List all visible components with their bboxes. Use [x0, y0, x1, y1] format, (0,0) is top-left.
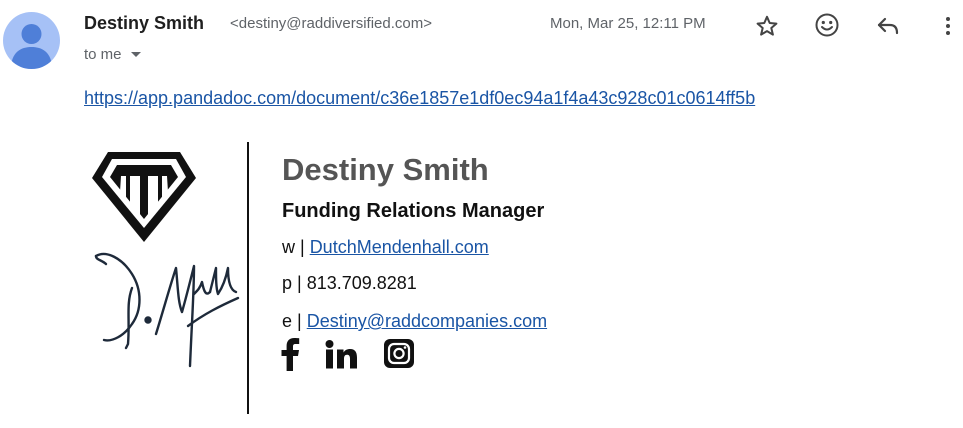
more-options-button[interactable] [934, 12, 962, 40]
signature-email-line: e | Destiny@raddcompanies.com [282, 311, 547, 332]
instagram-link[interactable] [383, 337, 415, 374]
handwritten-signature [94, 252, 240, 368]
message-date: Mon, Mar 25, 12:11 PM [550, 15, 706, 32]
add-reaction-button[interactable] [813, 11, 841, 39]
email-prefix: e | [282, 311, 307, 331]
document-link[interactable]: https://app.pandadoc.com/document/c36e18… [84, 88, 755, 109]
recipients-label: to me [84, 46, 122, 63]
more-vert-icon [946, 17, 950, 35]
website-link[interactable]: DutchMendenhall.com [310, 237, 489, 257]
facebook-icon [281, 338, 300, 371]
star-button[interactable] [753, 12, 781, 40]
sender-name: Destiny Smith [84, 13, 205, 33]
avatar-person-icon [11, 24, 52, 69]
instagram-icon [384, 339, 414, 368]
linkedin-link[interactable] [324, 337, 358, 376]
avatar[interactable] [3, 12, 60, 69]
signature-divider [247, 142, 249, 414]
phone-prefix: p | [282, 273, 307, 293]
chevron-down-icon [130, 51, 141, 57]
signature-name: Destiny Smith [282, 152, 489, 187]
star-icon [756, 15, 778, 36]
email-link[interactable]: Destiny@raddcompanies.com [307, 311, 547, 331]
facebook-link[interactable] [280, 337, 300, 376]
signature-website-line: w | DutchMendenhall.com [282, 237, 489, 258]
website-prefix: w | [282, 237, 310, 257]
linkedin-icon [325, 340, 357, 369]
recipients-toggle[interactable]: to me [84, 46, 142, 63]
signature-title: Funding Relations Manager [282, 200, 545, 222]
signature-phone-line: p | 813.709.8281 [282, 273, 417, 294]
phone-number: 813.709.8281 [306, 273, 417, 293]
emoji-icon [815, 13, 839, 37]
reply-button[interactable] [874, 12, 902, 40]
reply-icon [877, 17, 899, 35]
sender-email: <destiny@raddiversified.com> [230, 15, 432, 32]
diamond-logo-icon [92, 152, 196, 242]
